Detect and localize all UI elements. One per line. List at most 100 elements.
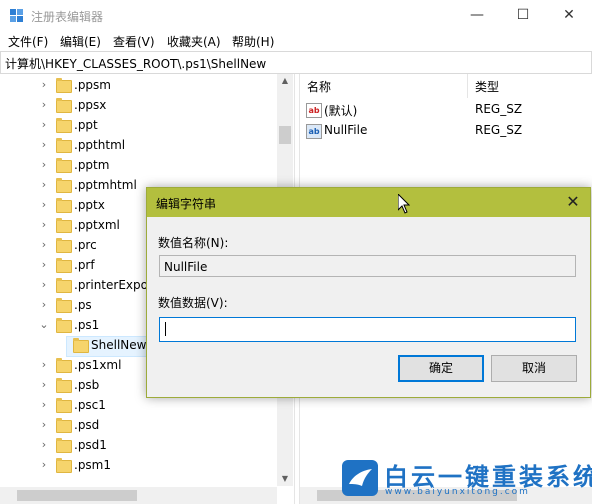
expand-arrow-icon[interactable]: › <box>38 258 50 271</box>
tree-item[interactable]: › .psd <box>0 416 277 436</box>
expand-arrow-icon[interactable]: › <box>38 198 50 211</box>
folder-icon <box>73 338 89 353</box>
edit-string-dialog: 编辑字符串 ✕ 数值名称(N): NullFile 数值数据(V): 确定 取消 <box>146 187 591 398</box>
window-title: 注册表编辑器 <box>31 10 104 24</box>
folder-open-icon <box>56 318 72 333</box>
folder-icon <box>56 138 72 153</box>
tree-item-label: ShellNew <box>91 338 147 352</box>
menu-favorites[interactable]: 收藏夹(A) <box>167 33 221 50</box>
maximize-button[interactable]: ☐ <box>500 0 546 31</box>
expand-arrow-icon[interactable]: › <box>38 358 50 371</box>
tree-item-label: .prc <box>74 238 97 252</box>
watermark-url: www.baiyunxitong.com <box>385 487 530 497</box>
expand-arrow-icon[interactable]: › <box>38 398 50 411</box>
menu-view[interactable]: 查看(V) <box>113 33 155 50</box>
tree-item-label: .prf <box>74 258 95 272</box>
value-name: (默认) <box>324 104 358 118</box>
column-divider[interactable] <box>467 74 468 98</box>
tree-item[interactable]: › .psm1 <box>0 456 277 476</box>
tree-item-label: .psd <box>74 418 100 432</box>
address-bar[interactable]: 计算机\HKEY_CLASSES_ROOT\.ps1\ShellNew <box>0 51 592 74</box>
tree-item[interactable]: › .ppsm <box>0 76 277 96</box>
folder-icon <box>56 118 72 133</box>
tree-item-label: .psd1 <box>74 438 107 452</box>
folder-icon <box>56 418 72 433</box>
value-name-field: NullFile <box>159 255 576 277</box>
expand-arrow-icon[interactable]: › <box>38 178 50 191</box>
value-type: REG_SZ <box>475 102 523 116</box>
expand-arrow-icon[interactable]: › <box>38 138 50 151</box>
scroll-thumb[interactable] <box>279 126 291 144</box>
dialog-title: 编辑字符串 <box>156 197 217 211</box>
tree-item-label: .pptm <box>74 158 110 172</box>
folder-icon <box>56 178 72 193</box>
tree-item-label: .ppsx <box>74 98 107 112</box>
collapse-arrow-icon[interactable]: ⌄ <box>38 318 50 331</box>
expand-arrow-icon[interactable]: › <box>38 298 50 311</box>
value-data-input[interactable] <box>159 317 576 342</box>
value-name: NullFile <box>324 123 368 137</box>
tree-item[interactable]: › .pptm <box>0 156 277 176</box>
tree-item-label: .ppsm <box>74 78 111 92</box>
scroll-down-icon[interactable]: ▼ <box>277 472 293 486</box>
ok-button[interactable]: 确定 <box>398 355 484 382</box>
tree-item[interactable]: › .ppt <box>0 116 277 136</box>
column-header-type[interactable]: 类型 <box>475 78 499 95</box>
folder-icon <box>56 98 72 113</box>
expand-arrow-icon[interactable]: › <box>38 438 50 451</box>
folder-icon <box>56 78 72 93</box>
title-bar: 注册表编辑器 — ☐ ✕ <box>0 0 592 31</box>
expand-arrow-icon[interactable]: › <box>38 158 50 171</box>
tree-item-label: .ps1xml <box>74 358 122 372</box>
string-value-icon: ab <box>306 103 322 118</box>
tree-item-label: .ppt <box>74 118 98 132</box>
folder-icon <box>56 358 72 373</box>
scroll-thumb[interactable] <box>17 490 137 501</box>
value-name-label: 数值名称(N): <box>158 236 229 250</box>
dialog-title-bar[interactable]: 编辑字符串 ✕ <box>147 188 590 217</box>
address-path[interactable]: 计算机\HKEY_CLASSES_ROOT\.ps1\ShellNew <box>5 55 266 72</box>
menu-edit[interactable]: 编辑(E) <box>60 33 101 50</box>
cancel-button[interactable]: 取消 <box>491 355 577 382</box>
menu-file[interactable]: 文件(F) <box>8 33 48 50</box>
expand-arrow-icon[interactable]: › <box>38 378 50 391</box>
expand-arrow-icon[interactable]: › <box>38 278 50 291</box>
tree-item-label: .pptxml <box>74 218 120 232</box>
expand-arrow-icon[interactable]: › <box>38 98 50 111</box>
expand-arrow-icon[interactable]: › <box>38 218 50 231</box>
tree-item-label: .pptx <box>74 198 105 212</box>
scroll-up-icon[interactable]: ▲ <box>277 74 293 88</box>
folder-icon <box>56 198 72 213</box>
expand-arrow-icon[interactable]: › <box>38 418 50 431</box>
string-value-icon: ab <box>306 124 322 139</box>
value-data-label: 数值数据(V): <box>158 296 228 310</box>
tree-item-label: .ps1 <box>74 318 100 332</box>
value-type: REG_SZ <box>475 123 523 137</box>
tree-item[interactable]: › .ppthtml <box>0 136 277 156</box>
tree-item[interactable]: › .psd1 <box>0 436 277 456</box>
tree-item[interactable]: › .psc1 <box>0 396 277 416</box>
tree-item-label: .psm1 <box>74 458 112 472</box>
folder-icon <box>56 258 72 273</box>
list-item[interactable]: ab (默认) REG_SZ <box>300 100 592 120</box>
tree-item-label: .ps <box>74 298 92 312</box>
close-window-button[interactable]: ✕ <box>546 0 592 31</box>
expand-arrow-icon[interactable]: › <box>38 458 50 471</box>
tree-horizontal-scrollbar[interactable] <box>0 487 277 504</box>
tree-item[interactable]: › .ppsx <box>0 96 277 116</box>
column-header-name[interactable]: 名称 <box>307 78 331 95</box>
expand-arrow-icon[interactable]: › <box>38 238 50 251</box>
tree-item-label: .ppthtml <box>74 138 126 152</box>
menu-help[interactable]: 帮助(H) <box>232 33 274 50</box>
folder-icon <box>56 378 72 393</box>
menu-bar: 文件(F) 编辑(E) 查看(V) 收藏夹(A) 帮助(H) <box>0 31 592 51</box>
expand-arrow-icon[interactable]: › <box>38 78 50 91</box>
text-caret <box>165 322 166 336</box>
tree-item-label: .pptmhtml <box>74 178 137 192</box>
list-item[interactable]: ab NullFile REG_SZ <box>300 121 592 141</box>
registry-editor-icon <box>10 9 23 22</box>
folder-icon <box>56 298 72 313</box>
expand-arrow-icon[interactable]: › <box>38 118 50 131</box>
close-icon[interactable]: ✕ <box>562 192 584 212</box>
minimize-button[interactable]: — <box>454 0 500 31</box>
